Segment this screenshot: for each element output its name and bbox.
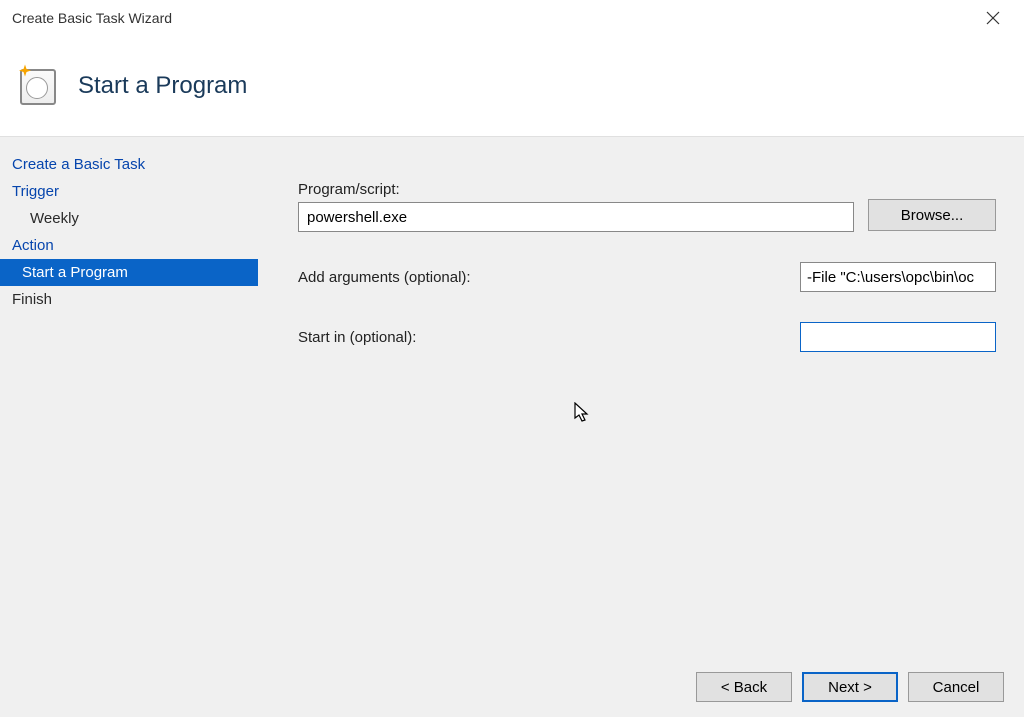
titlebar: Create Basic Task Wizard [0, 0, 1024, 36]
browse-button[interactable]: Browse... [868, 199, 996, 231]
arguments-input[interactable] [800, 262, 996, 292]
sparkle-icon [16, 63, 34, 81]
sidebar-step-finish: Finish [0, 286, 258, 313]
close-icon [986, 11, 1000, 25]
start-in-row: Start in (optional): [298, 322, 996, 352]
close-button[interactable] [970, 2, 1016, 34]
program-script-input[interactable] [298, 202, 854, 232]
wizard-body: Create a Basic TaskTriggerWeeklyActionSt… [0, 136, 1024, 717]
window-title: Create Basic Task Wizard [12, 10, 172, 26]
sidebar-step-trigger[interactable]: Trigger [0, 178, 258, 205]
task-scheduler-icon [16, 65, 58, 107]
back-button[interactable]: < Back [696, 672, 792, 702]
start-in-input[interactable] [800, 322, 996, 352]
wizard-main-panel: Program/script: Browse... Add arguments … [258, 137, 1024, 657]
wizard-steps-sidebar: Create a Basic TaskTriggerWeeklyActionSt… [0, 137, 258, 657]
wizard-footer: < Back Next > Cancel [0, 657, 1024, 717]
cancel-button[interactable]: Cancel [908, 672, 1004, 702]
program-row: Browse... [298, 198, 996, 232]
sidebar-step-weekly: Weekly [0, 205, 258, 232]
content-row: Create a Basic TaskTriggerWeeklyActionSt… [0, 137, 1024, 657]
wizard-window: Create Basic Task Wizard Start a Program… [0, 0, 1024, 717]
arguments-label: Add arguments (optional): [298, 269, 800, 286]
sidebar-step-start-a-program: Start a Program [0, 259, 258, 286]
start-in-label: Start in (optional): [298, 329, 800, 346]
sidebar-step-create-a-basic-task[interactable]: Create a Basic Task [0, 151, 258, 178]
program-script-label: Program/script: [298, 181, 996, 198]
arguments-row: Add arguments (optional): [298, 262, 996, 292]
wizard-header: Start a Program [0, 36, 1024, 136]
page-title: Start a Program [78, 72, 247, 100]
sidebar-step-action[interactable]: Action [0, 232, 258, 259]
next-button[interactable]: Next > [802, 672, 898, 702]
